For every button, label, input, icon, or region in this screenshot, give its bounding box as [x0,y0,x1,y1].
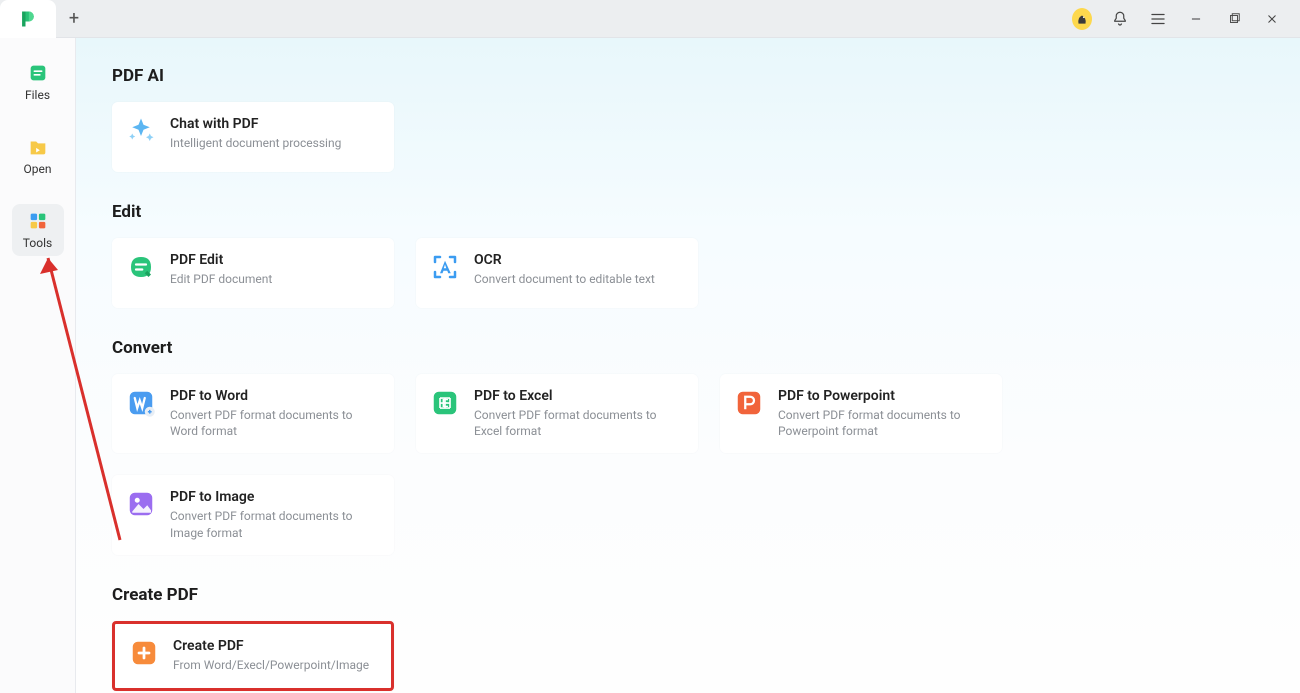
titlebar-right [1072,9,1300,29]
svg-text:E: E [442,397,449,410]
card-title: Chat with PDF [170,116,341,132]
minimize-icon [1189,12,1203,26]
user-avatar[interactable] [1072,9,1092,29]
sidebar-item-files[interactable]: Files [12,56,64,108]
cards-row-create: Create PDF From Word/Execl/Powerpoint/Im… [112,621,1264,691]
menu-button[interactable] [1148,9,1168,29]
hamburger-icon [1149,10,1167,28]
cards-row-edit: PDF Edit Edit PDF document OCR Convert d… [112,238,1264,308]
card-chat-with-pdf[interactable]: Chat with PDF Intelligent document proce… [112,102,394,172]
card-title: OCR [474,252,655,268]
card-desc: Convert PDF format documents to Excel fo… [474,407,680,439]
close-icon [1265,12,1279,26]
avatar-icon [1072,8,1092,30]
section-title-pdf-ai: PDF AI [112,66,1264,86]
sidebar: Files Open Tools [0,38,76,693]
card-text: PDF to Excel Convert PDF format document… [474,388,680,439]
titlebar: + [0,0,1300,38]
app-window: + [0,0,1300,693]
word-icon [126,388,156,418]
card-pdf-to-image[interactable]: PDF to Image Convert PDF format document… [112,475,394,554]
card-text: PDF to Word Convert PDF format documents… [170,388,376,439]
notifications-button[interactable] [1110,9,1130,29]
image-icon [126,489,156,519]
app-logo-icon [18,9,38,29]
card-pdf-to-powerpoint[interactable]: PDF to Powerpoint Convert PDF format doc… [720,374,1002,453]
card-title: PDF to Excel [474,388,680,404]
card-text: PDF to Powerpoint Convert PDF format doc… [778,388,984,439]
card-desc: Convert PDF format documents to Image fo… [170,508,376,540]
bell-icon [1111,10,1129,28]
sidebar-item-label: Open [24,162,52,176]
card-pdf-edit[interactable]: PDF Edit Edit PDF document [112,238,394,308]
card-text: Create PDF From Word/Execl/Powerpoint/Im… [173,638,369,673]
card-desc: Convert PDF format documents to Powerpoi… [778,407,984,439]
minimize-button[interactable] [1186,9,1206,29]
card-desc: Convert PDF format documents to Word for… [170,407,376,439]
section-title-convert: Convert [112,338,1264,358]
card-pdf-to-excel[interactable]: E PDF to Excel Convert PDF format docume… [416,374,698,453]
maximize-button[interactable] [1224,9,1244,29]
sidebar-item-label: Files [25,88,50,102]
pdf-edit-icon [126,252,156,282]
excel-icon: E [430,388,460,418]
card-title: PDF to Powerpoint [778,388,984,404]
card-text: PDF to Image Convert PDF format document… [170,489,376,540]
ocr-icon [430,252,460,282]
cards-row-convert: PDF to Word Convert PDF format documents… [112,374,1264,555]
cards-row-pdf-ai: Chat with PDF Intelligent document proce… [112,102,1264,172]
card-create-pdf[interactable]: Create PDF From Word/Execl/Powerpoint/Im… [112,621,394,691]
card-title: Create PDF [173,638,369,654]
section-title-edit: Edit [112,202,1264,222]
files-icon [27,62,49,84]
close-button[interactable] [1262,9,1282,29]
powerpoint-icon [734,388,764,418]
card-desc: From Word/Execl/Powerpoint/Image [173,657,369,673]
titlebar-left: + [0,0,92,37]
maximize-icon [1227,12,1241,26]
card-title: PDF to Word [170,388,376,404]
card-text: OCR Convert document to editable text [474,252,655,287]
main-content: PDF AI Chat with PDF Intelligent documen… [76,38,1300,693]
card-desc: Convert document to editable text [474,271,655,287]
card-desc: Intelligent document processing [170,135,341,151]
card-pdf-to-word[interactable]: PDF to Word Convert PDF format documents… [112,374,394,453]
sidebar-item-tools[interactable]: Tools [12,204,64,256]
body-row: Files Open Tools [0,38,1300,693]
card-text: PDF Edit Edit PDF document [170,252,272,287]
card-text: Chat with PDF Intelligent document proce… [170,116,341,151]
tools-icon [27,210,49,232]
sparkle-icon [126,116,156,146]
card-desc: Edit PDF document [170,271,272,287]
section-title-create: Create PDF [112,585,1264,605]
card-title: PDF Edit [170,252,272,268]
card-ocr[interactable]: OCR Convert document to editable text [416,238,698,308]
sidebar-item-open[interactable]: Open [12,130,64,182]
plus-icon: + [69,8,79,29]
active-tab[interactable] [0,0,56,38]
card-title: PDF to Image [170,489,376,505]
open-icon [27,136,49,158]
sidebar-item-label: Tools [23,236,52,250]
new-tab-button[interactable]: + [56,1,92,37]
create-pdf-icon [129,638,159,668]
